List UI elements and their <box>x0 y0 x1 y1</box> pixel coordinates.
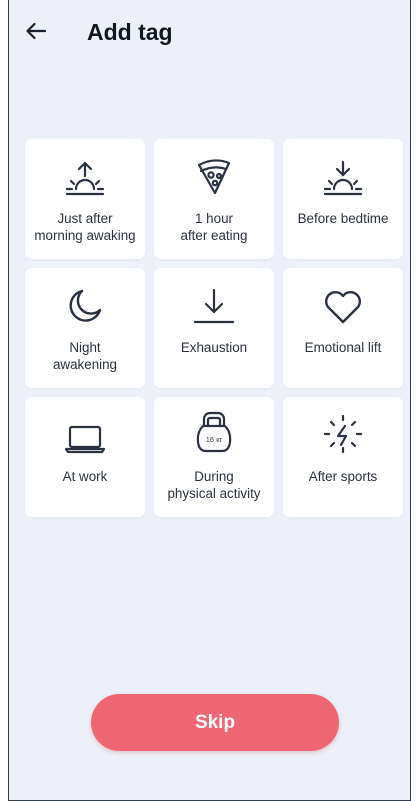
tag-tile-morning-awaking[interactable]: Just after morning awaking <box>25 139 145 259</box>
header: Add tag <box>9 0 410 66</box>
tag-label: 1 hour after eating <box>180 211 248 243</box>
arrow-down-to-line-icon <box>193 288 235 324</box>
back-button[interactable] <box>21 16 51 46</box>
tag-tile-emotional-lift[interactable]: Emotional lift <box>283 268 403 388</box>
tag-tile-night-awakening[interactable]: Night awakening <box>25 268 145 388</box>
tag-label: After sports <box>308 469 378 484</box>
skip-button[interactable]: Skip <box>91 694 339 751</box>
screen: Add tag Just after morning awaking 1 hou… <box>8 0 411 801</box>
moon-icon <box>69 289 102 322</box>
tag-label: Just after morning awaking <box>34 211 136 243</box>
tag-tile-at-work[interactable]: At work <box>25 397 145 517</box>
tag-label: At work <box>62 469 108 484</box>
kettlebell-icon: 16 кг <box>196 411 232 453</box>
tag-label: Night awakening <box>52 340 118 372</box>
tag-label: Exhaustion <box>180 340 248 355</box>
pizza-icon <box>197 159 231 195</box>
arrow-left-icon <box>26 22 47 40</box>
page-title: Add tag <box>87 19 173 45</box>
energy-icon <box>323 414 363 454</box>
tag-tile-before-bedtime[interactable]: Before bedtime <box>283 139 403 259</box>
laptop-icon <box>64 425 106 454</box>
sunrise-icon <box>65 161 105 196</box>
heart-icon <box>325 291 361 324</box>
tag-grid: Just after morning awaking 1 hour after … <box>25 139 405 517</box>
tag-tile-after-eating[interactable]: 1 hour after eating <box>154 139 274 259</box>
tag-label: During physical activity <box>167 469 261 501</box>
tag-tile-after-sports[interactable]: After sports <box>283 397 403 517</box>
tag-label: Emotional lift <box>304 340 382 355</box>
tag-label: Before bedtime <box>297 211 389 226</box>
tag-tile-physical-activity[interactable]: 16 кг During physical activity <box>154 397 274 517</box>
tag-tile-exhaustion[interactable]: Exhaustion <box>154 268 274 388</box>
kettlebell-weight: 16 кг <box>206 435 223 444</box>
sunset-icon <box>323 160 363 196</box>
